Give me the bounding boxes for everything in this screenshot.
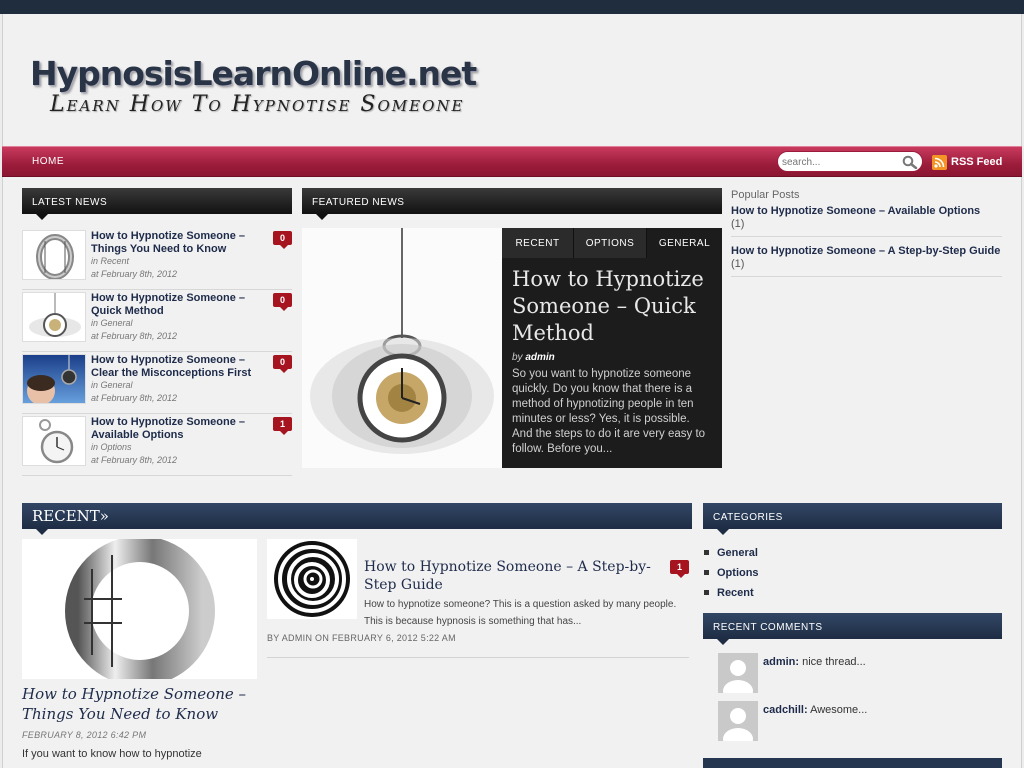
nav-home-link[interactable]: HOME [32,156,64,167]
latest-news-title[interactable]: How to Hypnotize Someone – Clear the Mis… [91,354,261,380]
comment-excerpt[interactable]: Awesome... [810,704,867,716]
latest-news-title[interactable]: How to Hypnotize Someone – Available Opt… [91,416,261,442]
latest-news-title[interactable]: How to Hypnotize Someone – Things You Ne… [91,230,261,256]
recent-main-post-date: FEBRUARY 8, 2012 6:42 PM [22,730,147,740]
category-link-general[interactable]: General [703,546,1002,566]
latest-news-item: How to Hypnotize Someone – Clear the Mis… [22,352,292,414]
search-icon[interactable] [902,155,918,169]
featured-panel: RECENT OPTIONS GENERAL How to Hypnotize … [502,228,722,468]
latest-news-title[interactable]: How to Hypnotize Someone – Quick Method [91,292,261,318]
recent-main-post-excerpt: If you want to know how to hypnotize [22,748,202,760]
search-input[interactable] [782,155,894,169]
tab-options[interactable]: OPTIONS [574,228,647,258]
recent-side-post-meta: BY ADMIN ON FEBRUARY 6, 2012 5:22 AM [267,633,456,643]
featured-post-title[interactable]: How to Hypnotize Someone – Quick Method [512,266,712,347]
featured-news-heading: FEATURED NEWS [312,197,405,208]
categories-header: CATEGORIES [703,503,1002,535]
recent-heading[interactable]: RECENT» [32,507,109,525]
comment-count-badge[interactable]: 0 [273,293,292,311]
categories-list: General Options Recent [703,546,1002,606]
category-link-recent[interactable]: Recent [703,586,1002,606]
latest-news-header: LATEST NEWS [22,188,292,220]
rss-feed-link[interactable]: RSS Feed [951,156,1002,168]
rss-feed[interactable]: RSS Feed [932,154,1002,170]
recent-comment-item: admin: nice thread... [718,653,1002,695]
featured-pocket-watch-image[interactable] [302,228,502,468]
tab-recent[interactable]: RECENT [502,228,574,258]
featured-byline: by admin [512,352,555,363]
featured-excerpt: So you want to hypnotize someone quickly… [512,368,706,455]
rss-icon [932,154,947,170]
latest-news-item: How to Hypnotize Someone – Quick Method … [22,290,292,352]
top-strip [0,0,1024,14]
latest-news-category: in General [91,380,133,390]
latest-news-date: at February 8th, 2012 [91,455,178,465]
recent-comment-text: admin: nice thread... [763,656,866,668]
comment-count-badge[interactable]: 1 [273,417,292,435]
woman-watch-thumbnail[interactable] [22,354,86,404]
sidebar-next-header [703,758,1002,768]
stopwatch-thumbnail[interactable] [22,416,86,466]
recent-side-post-title[interactable]: How to Hypnotize Someone – A Step-by-Ste… [364,558,664,594]
byline-prefix: by [512,352,523,363]
latest-news-date: at February 8th, 2012 [91,269,178,279]
divider [267,657,689,658]
latest-news-category: in Recent [91,256,130,266]
recent-comment-item: cadchill: Awesome... [718,701,1002,743]
popular-post-link[interactable]: How to Hypnotize Someone – Available Opt… [731,205,980,217]
popular-posts: Popular Posts How to Hypnotize Someone –… [731,189,1002,285]
ring-post-image[interactable] [22,539,257,679]
site-tagline: Learn How To Hypnotise Someone [50,92,465,117]
comment-author-link[interactable]: cadchill: [763,704,808,716]
popular-post-count: (1) [731,218,745,230]
recent-comments-header: RECENT COMMENTS [703,613,1002,645]
main-nav: HOME RSS Feed [2,146,1022,177]
avatar [718,653,758,693]
tab-general[interactable]: GENERAL [647,228,722,258]
ring-thumbnail[interactable] [22,230,86,280]
latest-news-item: How to Hypnotize Someone – Things You Ne… [22,228,292,290]
avatar [718,701,758,741]
popular-post-item: How to Hypnotize Someone – A Step-by-Ste… [731,245,1002,277]
site-title[interactable]: HypnosisLearnOnline.net [30,54,477,93]
popular-post-count: (1) [731,258,745,270]
pocket-watch-thumbnail[interactable] [22,292,86,342]
latest-news-list: How to Hypnotize Someone – Things You Ne… [22,228,292,476]
recent-header: RECENT» [22,503,692,535]
featured-tabs: RECENT OPTIONS GENERAL [502,228,722,258]
latest-news-category: in Options [91,442,132,452]
comment-count-badge[interactable]: 0 [273,355,292,373]
recent-side-post-excerpt: How to hypnotize someone? This is a ques… [364,599,677,627]
latest-news-date: at February 8th, 2012 [91,393,178,403]
popular-posts-heading: Popular Posts [731,189,800,201]
comment-author-link[interactable]: admin: [763,656,799,668]
comment-excerpt[interactable]: nice thread... [802,656,866,668]
featured-author-link[interactable]: admin [525,352,554,363]
recent-main-post-title[interactable]: How to Hypnotize Someone – Things You Ne… [22,684,262,724]
comment-count-badge[interactable]: 1 [670,560,689,578]
latest-news-date: at February 8th, 2012 [91,331,178,341]
popular-post-item: How to Hypnotize Someone – Available Opt… [731,205,1002,237]
latest-news-item: How to Hypnotize Someone – Available Opt… [22,414,292,476]
comment-count-badge[interactable]: 0 [273,231,292,249]
categories-heading: CATEGORIES [713,512,783,523]
recent-comment-text: cadchill: Awesome... [763,704,867,716]
popular-post-link[interactable]: How to Hypnotize Someone – A Step-by-Ste… [731,245,1000,257]
search-box [777,151,923,172]
featured-news-header: FEATURED NEWS [302,188,722,220]
latest-news-heading: LATEST NEWS [32,197,108,208]
spiral-post-image[interactable] [267,539,357,619]
recent-comments-heading: RECENT COMMENTS [713,622,823,633]
latest-news-category: in General [91,318,133,328]
category-link-options[interactable]: Options [703,566,1002,586]
